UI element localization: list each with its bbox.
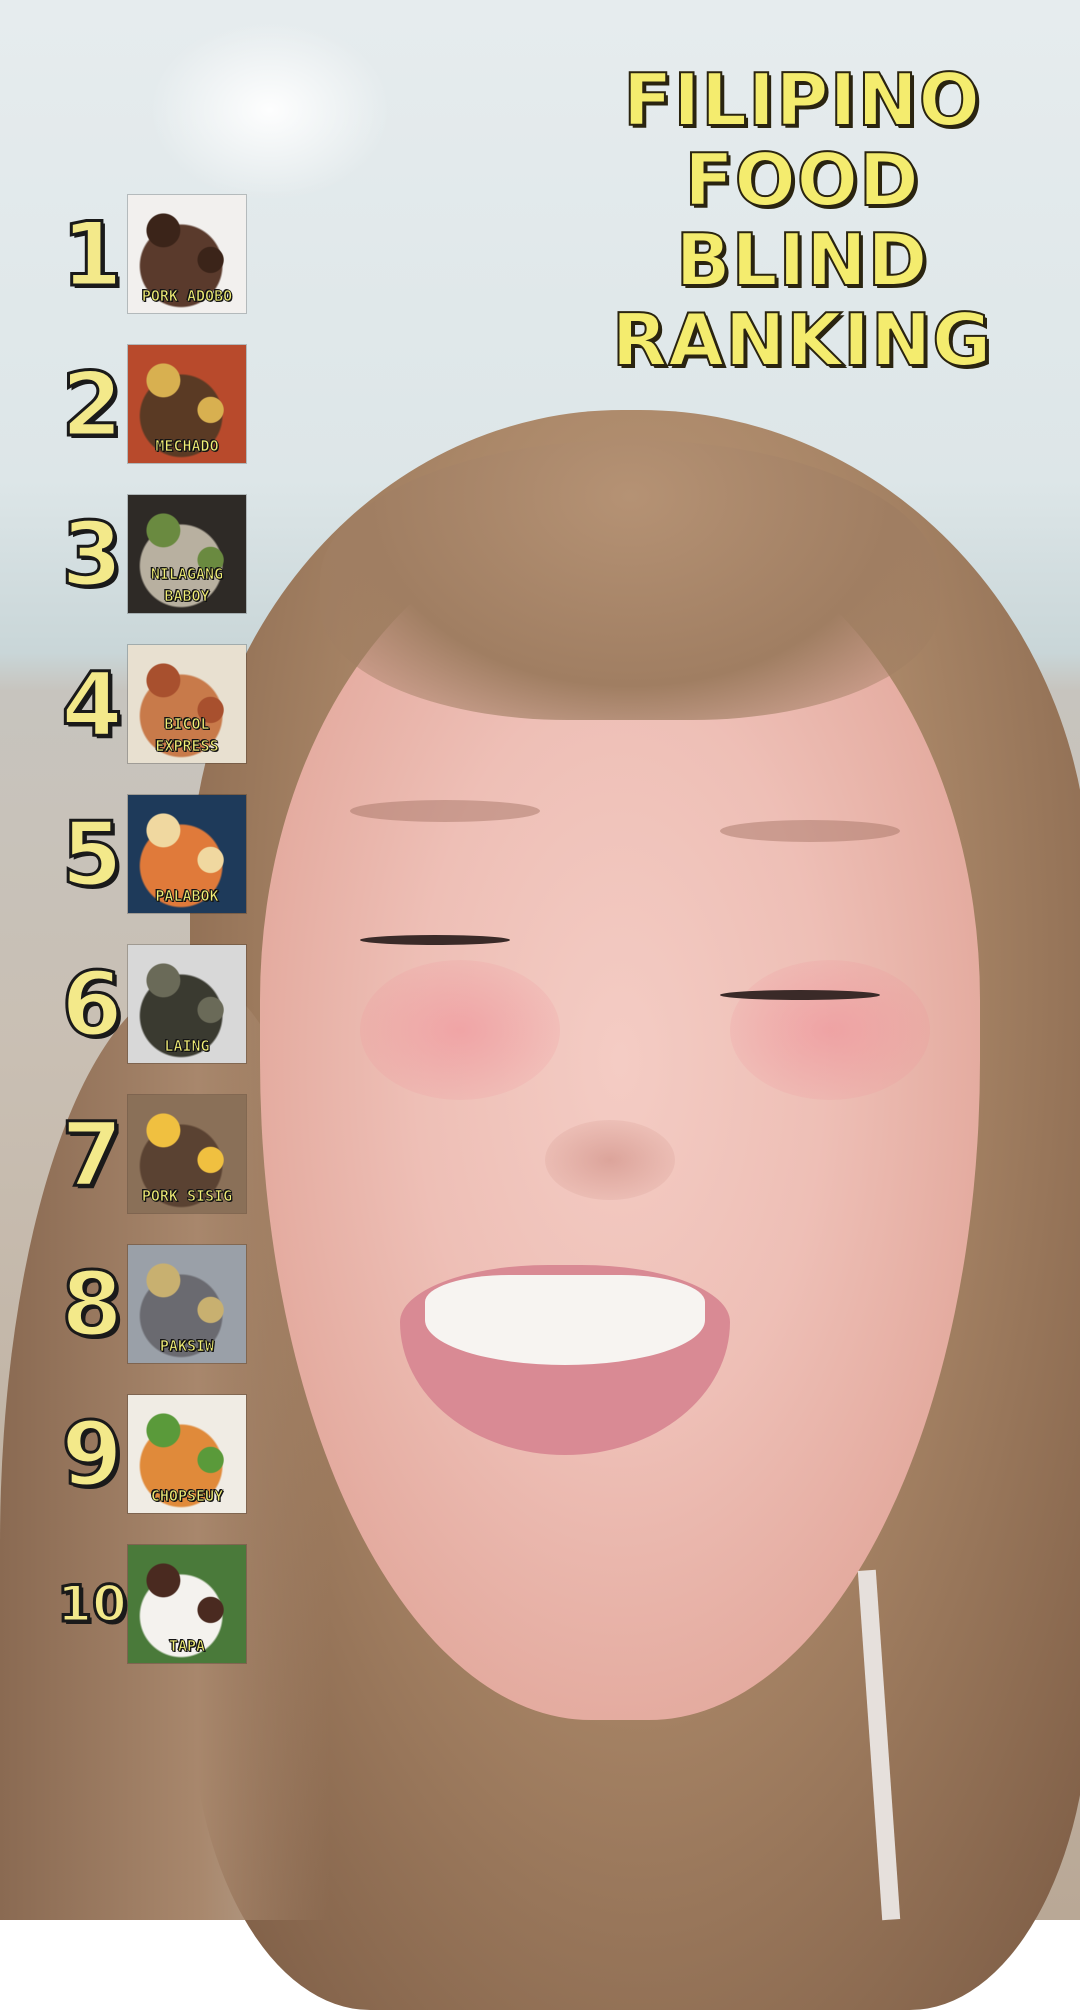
ranking-item: 10 TAPA — [56, 1544, 256, 1664]
rank-number: 8 — [60, 1251, 124, 1357]
food-label: TAPA — [168, 1637, 206, 1656]
rank-number: 9 — [60, 1401, 124, 1507]
person-teeth — [425, 1275, 705, 1365]
title-line: BLIND — [675, 218, 929, 302]
video-title: FILIPINO FOOD BLIND RANKING — [572, 58, 1032, 382]
ranking-item: 3 NILAGANG BABOY — [56, 494, 256, 614]
food-label: PORK ADOBO — [141, 287, 233, 306]
food-thumbnail: BICOL EXPRESS — [127, 644, 247, 764]
food-label: PAKSIW — [159, 1337, 215, 1356]
food-label: LAING — [164, 1037, 210, 1056]
rank-number: 3 — [60, 501, 124, 607]
rank-number: 7 — [60, 1101, 124, 1207]
title-line: FOOD — [683, 138, 920, 222]
food-thumbnail: PAKSIW — [127, 1244, 247, 1364]
ranking-item: 7 PORK SISIG — [56, 1094, 256, 1214]
food-thumbnail: MECHADO — [127, 344, 247, 464]
food-label: PALABOK — [155, 887, 219, 906]
food-label: PORK SISIG — [141, 1187, 233, 1206]
food-thumbnail: PORK SISIG — [127, 1094, 247, 1214]
title-line: FILIPINO — [622, 58, 981, 142]
food-label: BICOL EXPRESS — [155, 715, 219, 756]
food-thumbnail: LAING — [127, 944, 247, 1064]
food-label: NILAGANG BABOY — [150, 565, 224, 606]
food-thumbnail: NILAGANG BABOY — [127, 494, 247, 614]
food-thumbnail: PALABOK — [127, 794, 247, 914]
person-eye-left — [360, 935, 510, 945]
ranking-item: 4 BICOL EXPRESS — [56, 644, 256, 764]
ranking-item: 8 PAKSIW — [56, 1244, 256, 1364]
rank-number: 6 — [60, 951, 124, 1057]
person-nose — [545, 1120, 675, 1200]
food-thumbnail: PORK ADOBO — [127, 194, 247, 314]
ranking-item: 6 LAING — [56, 944, 256, 1064]
ranking-item: 1 PORK ADOBO — [56, 194, 256, 314]
title-line: RANKING — [611, 298, 993, 382]
person-brow-left — [350, 800, 540, 822]
rank-number: 5 — [60, 801, 124, 907]
ranking-item: 2 MECHADO — [56, 344, 256, 464]
person-brow-right — [720, 820, 900, 842]
person-eye-right — [720, 990, 880, 1000]
person-cheek-left — [360, 960, 560, 1100]
person-cheek-right — [730, 960, 930, 1100]
food-label: MECHADO — [155, 437, 219, 456]
ranking-item: 5 PALABOK — [56, 794, 256, 914]
food-thumbnail: CHOPSEUY — [127, 1394, 247, 1514]
rank-number: 10 — [56, 1574, 129, 1635]
rank-number: 1 — [60, 201, 124, 307]
ranking-item: 9 CHOPSEUY — [56, 1394, 256, 1514]
food-label: CHOPSEUY — [150, 1487, 224, 1506]
food-thumbnail: TAPA — [127, 1544, 247, 1664]
person-bangs — [320, 440, 940, 720]
rank-number: 4 — [60, 651, 124, 757]
rank-number: 2 — [60, 351, 124, 457]
